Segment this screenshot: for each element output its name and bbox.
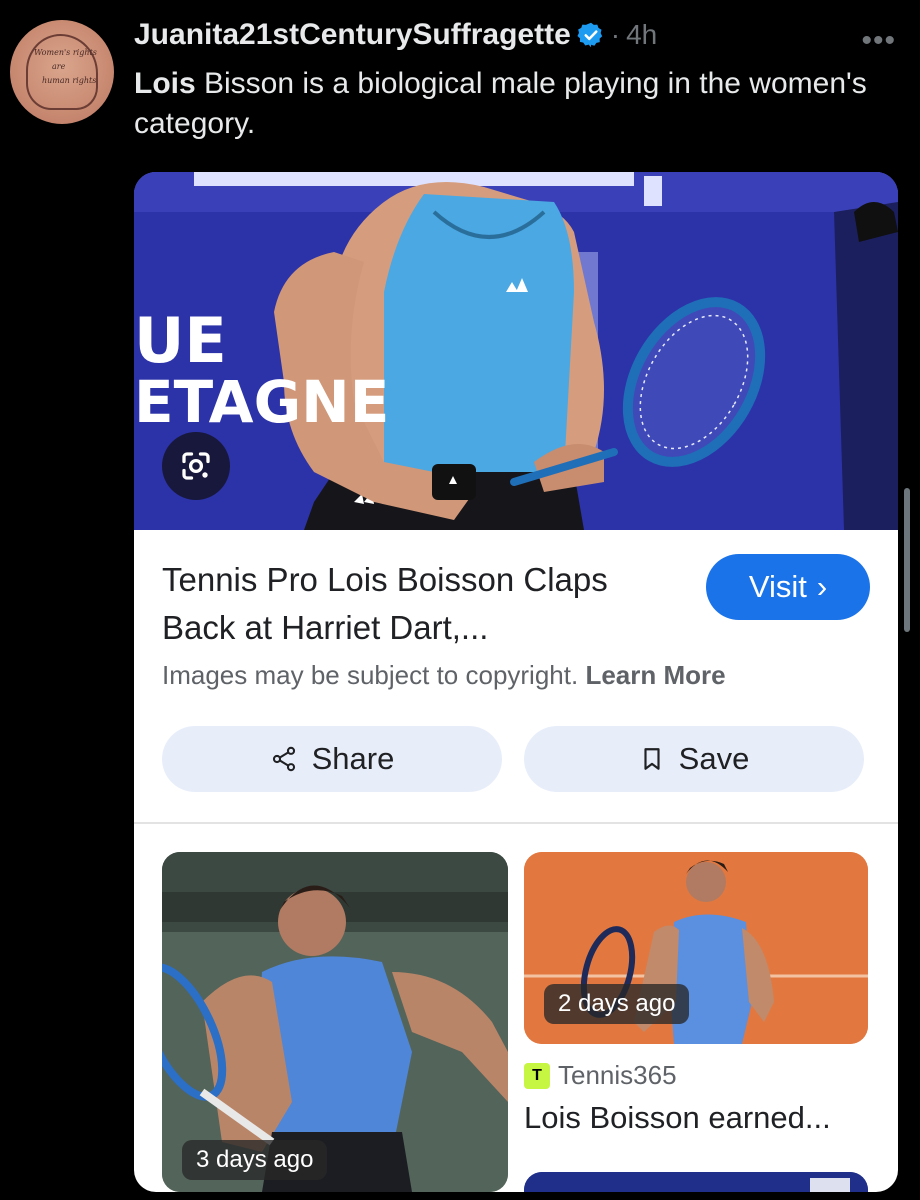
share-icon — [272, 746, 295, 772]
tweet-text-rest: Bisson is a biological male playing in t… — [134, 67, 867, 140]
time-badge-1: 3 days ago — [182, 1140, 328, 1180]
tweet-time[interactable]: 4h — [626, 19, 657, 51]
tweet-text-bold: Lois — [134, 67, 196, 100]
sports-logo-icon — [524, 1172, 868, 1192]
avatar-text-3: human rights — [42, 76, 97, 85]
avatar[interactable]: Women's rights are human rights — [10, 20, 114, 124]
visit-button[interactable]: Visit › — [706, 554, 870, 620]
tweet-header: Juanita21stCenturySuffragette · 4h — [134, 18, 657, 52]
tennis365-logo-icon: T — [524, 1062, 550, 1089]
username[interactable]: Juanita21stCenturySuffragette — [134, 18, 571, 52]
more-options-icon[interactable]: ••• — [861, 24, 896, 58]
share-button[interactable]: Share — [162, 726, 502, 792]
share-label: Share — [311, 741, 395, 776]
save-button[interactable]: Save — [524, 726, 864, 792]
google-lens-icon[interactable] — [162, 432, 230, 500]
scrollbar[interactable] — [904, 488, 910, 632]
avatar-text-2: are — [52, 62, 66, 71]
result-title[interactable]: Tennis Pro Lois Boisson Claps Back at Ha… — [162, 556, 682, 652]
chevron-right-icon: › — [816, 569, 828, 604]
visit-label: Visit — [748, 569, 807, 604]
copyright-text: Images may be subject to copyright. — [162, 660, 579, 690]
result-snippet[interactable]: Lois Boisson earned... — [524, 1100, 831, 1136]
related-image-2[interactable]: 2 days ago — [524, 852, 868, 1044]
related-image-3[interactable] — [524, 1172, 868, 1192]
hero-image: UE ETAGNE — [134, 172, 898, 530]
source-row[interactable]: T Tennis365 — [524, 1060, 677, 1091]
learn-more-link[interactable]: Learn More — [585, 660, 725, 690]
tennis-player-illustration: UE ETAGNE — [134, 172, 898, 530]
head-silhouette-icon — [26, 34, 98, 110]
image-card[interactable]: UE ETAGNE Tennis Pro Lois Boisson Claps … — [134, 172, 898, 1192]
avatar-text-1: Women's rights — [34, 48, 97, 57]
tweet-text: Lois Bisson is a biological male playing… — [134, 64, 894, 144]
copyright-notice: Images may be subject to copyright. Lear… — [162, 660, 726, 691]
save-label: Save — [678, 741, 750, 776]
time-badge-2: 2 days ago — [544, 984, 690, 1024]
related-image-1[interactable]: 3 days ago — [162, 852, 508, 1192]
separator-dot: · — [610, 19, 621, 50]
verified-badge-icon — [577, 22, 602, 48]
divider — [134, 822, 898, 824]
bookmark-icon — [644, 748, 660, 770]
source-name: Tennis365 — [558, 1060, 677, 1090]
